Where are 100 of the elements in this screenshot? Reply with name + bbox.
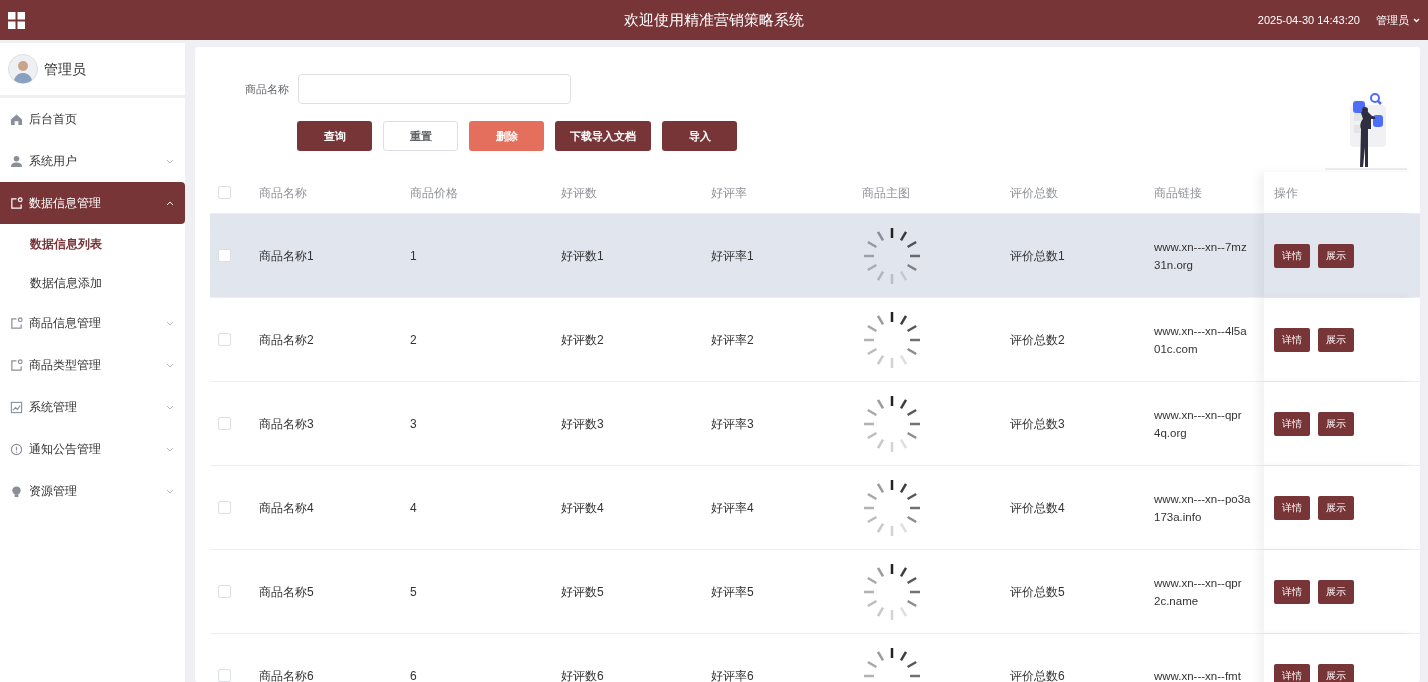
folder-icon — [10, 358, 23, 372]
product-link: www.xn---xn--4l5a 01c.com — [1154, 323, 1247, 357]
loading-spinner-icon — [862, 393, 922, 454]
caret-icon — [1413, 17, 1420, 23]
column-header: 商品名称 — [259, 184, 307, 202]
loading-spinner-icon — [862, 477, 922, 538]
table-cell-text: 评价总数2 — [1010, 331, 1065, 349]
table-cell-text: 好评率5 — [711, 583, 754, 601]
row-checkbox[interactable] — [218, 669, 231, 682]
table-cell-text: 好评率6 — [711, 667, 754, 682]
bulb-icon — [10, 484, 23, 498]
loading-spinner-icon — [862, 309, 922, 370]
user-name: 管理员 — [44, 59, 86, 79]
row-checkbox[interactable] — [218, 585, 231, 598]
table-cell-text: 评价总数3 — [1010, 415, 1065, 433]
table-row[interactable]: 商品名称4 4 好评数4 好评率4 评价总数4 www.xn---xn--po3a 173a.info 详情 展示 — [210, 466, 1420, 550]
column-header: 评价总数 — [1010, 184, 1058, 202]
show-button[interactable]: 展示 — [1318, 243, 1354, 268]
table-row[interactable]: 商品名称2 2 好评数2 好评率2 评价总数2 www.xn---xn--4l5a 01c.com 详情 展示 — [210, 298, 1420, 382]
column-header: 商品主图 — [862, 184, 910, 202]
detail-button[interactable]: 详情 — [1274, 411, 1310, 436]
product-link: www.xn---xn--qpr 2c.name — [1154, 575, 1242, 609]
alert-icon — [10, 442, 23, 456]
row-checkbox[interactable] — [218, 417, 231, 430]
folder-icon — [10, 316, 23, 330]
table-cell-text: 商品名称5 — [259, 583, 314, 601]
sidebar-item[interactable]: 资源管理 — [0, 470, 185, 512]
table-cell-text: 4 — [410, 499, 417, 517]
product-link: www.xn---xn--fmt — [1154, 668, 1241, 682]
image-icon — [10, 400, 23, 414]
user-dropdown[interactable]: 管理员 — [1376, 11, 1420, 29]
show-button[interactable]: 展示 — [1318, 411, 1354, 436]
avatar-icon — [8, 54, 38, 84]
loading-spinner-icon — [862, 225, 922, 286]
row-checkbox[interactable] — [218, 249, 231, 262]
product-link: www.xn---xn--qpr 4q.org — [1154, 407, 1242, 441]
show-button[interactable]: 展示 — [1318, 579, 1354, 604]
table-row[interactable]: 商品名称3 3 好评数3 好评率3 评价总数3 www.xn---xn--qpr 4q.org 详情 展示 — [210, 382, 1420, 466]
table-cell-text: 1 — [410, 247, 417, 265]
detail-button[interactable]: 详情 — [1274, 495, 1310, 520]
table-cell-text: 好评数4 — [561, 499, 604, 517]
column-header: 好评数 — [561, 184, 597, 202]
system-title: 欢迎使用精准营销策略系统 — [624, 10, 804, 28]
table-row[interactable]: 商品名称1 1 好评数1 好评率1 评价总数1 www.xn---xn--7mz 31n.org 详情 展示 — [210, 214, 1420, 298]
sidebar-item[interactable]: 商品信息管理 — [0, 302, 185, 344]
table-cell-text: 好评率4 — [711, 499, 754, 517]
table-cell-text: 商品名称6 — [259, 667, 314, 682]
submenu-item[interactable]: 数据信息添加 — [0, 263, 185, 302]
home-icon — [10, 112, 23, 126]
table-cell-text: 好评数2 — [561, 331, 604, 349]
table-cell-text: 评价总数4 — [1010, 499, 1065, 517]
show-button[interactable]: 展示 — [1318, 495, 1354, 520]
action-button[interactable]: 导入 — [662, 121, 737, 151]
table-cell-text: 好评率1 — [711, 247, 754, 265]
reset-button[interactable]: 重置 — [383, 121, 458, 151]
loading-spinner-icon — [862, 561, 922, 622]
table-cell-text: 6 — [410, 667, 417, 682]
grid-menu-icon[interactable] — [8, 11, 25, 29]
table-cell-text: 商品名称3 — [259, 415, 314, 433]
select-all-checkbox[interactable] — [218, 186, 231, 199]
date-time: 2025-04-30 14:43:20 — [1257, 12, 1360, 28]
sidebar-item[interactable]: 系统管理 — [0, 386, 185, 428]
detail-button[interactable]: 详情 — [1274, 327, 1310, 352]
action-button[interactable]: 下载导入文档 — [555, 121, 651, 151]
action-button[interactable]: 查询 — [297, 121, 372, 151]
column-header: 商品链接 — [1154, 184, 1202, 202]
field-label: 商品名称 — [245, 81, 289, 97]
column-header: 操作 — [1274, 184, 1298, 202]
sidebar-item[interactable]: 系统用户 — [0, 140, 185, 182]
table-cell-text: 2 — [410, 331, 417, 349]
product-link: www.xn---xn--po3a 173a.info — [1154, 491, 1251, 525]
table-cell-text: 商品名称1 — [259, 247, 314, 265]
table-row[interactable]: 商品名称5 5 好评数5 好评率5 评价总数5 www.xn---xn--qpr 2c.name 详情 展示 — [210, 550, 1420, 634]
table-cell-text: 商品名称2 — [259, 331, 314, 349]
show-button[interactable]: 展示 — [1318, 327, 1354, 352]
table-row[interactable]: 商品名称6 6 好评数6 好评率6 评价总数6 www.xn---xn--fmt 详情 展示 — [210, 634, 1420, 682]
submenu-item[interactable]: 数据信息列表 — [0, 224, 185, 263]
table-cell-text: 好评率3 — [711, 415, 754, 433]
folder-icon — [10, 196, 23, 210]
table-cell-text: 好评数1 — [561, 247, 604, 265]
detail-button[interactable]: 详情 — [1274, 243, 1310, 268]
row-checkbox[interactable] — [218, 333, 231, 346]
detail-button[interactable]: 详情 — [1274, 579, 1310, 604]
detail-button[interactable]: 详情 — [1274, 663, 1310, 682]
table-cell-text: 好评数5 — [561, 583, 604, 601]
column-header: 好评率 — [711, 184, 747, 202]
sidebar-item[interactable]: 后台首页 — [0, 98, 185, 140]
sidebar-item[interactable]: 数据信息管理 — [0, 182, 185, 224]
table-cell-text: 商品名称4 — [259, 499, 314, 517]
table-cell-text: 3 — [410, 415, 417, 433]
table-cell-text: 评价总数5 — [1010, 583, 1065, 601]
column-header: 商品价格 — [410, 184, 458, 202]
product-name-field[interactable] — [298, 74, 571, 104]
sidebar-item[interactable]: 商品类型管理 — [0, 344, 185, 386]
row-checkbox[interactable] — [218, 501, 231, 514]
show-button[interactable]: 展示 — [1318, 663, 1354, 682]
product-link: www.xn---xn--7mz 31n.org — [1154, 239, 1247, 273]
table-cell-text: 好评数6 — [561, 667, 604, 682]
table-cell-text: 评价总数1 — [1010, 247, 1065, 265]
sidebar-item[interactable]: 通知公告管理 — [0, 428, 185, 470]
